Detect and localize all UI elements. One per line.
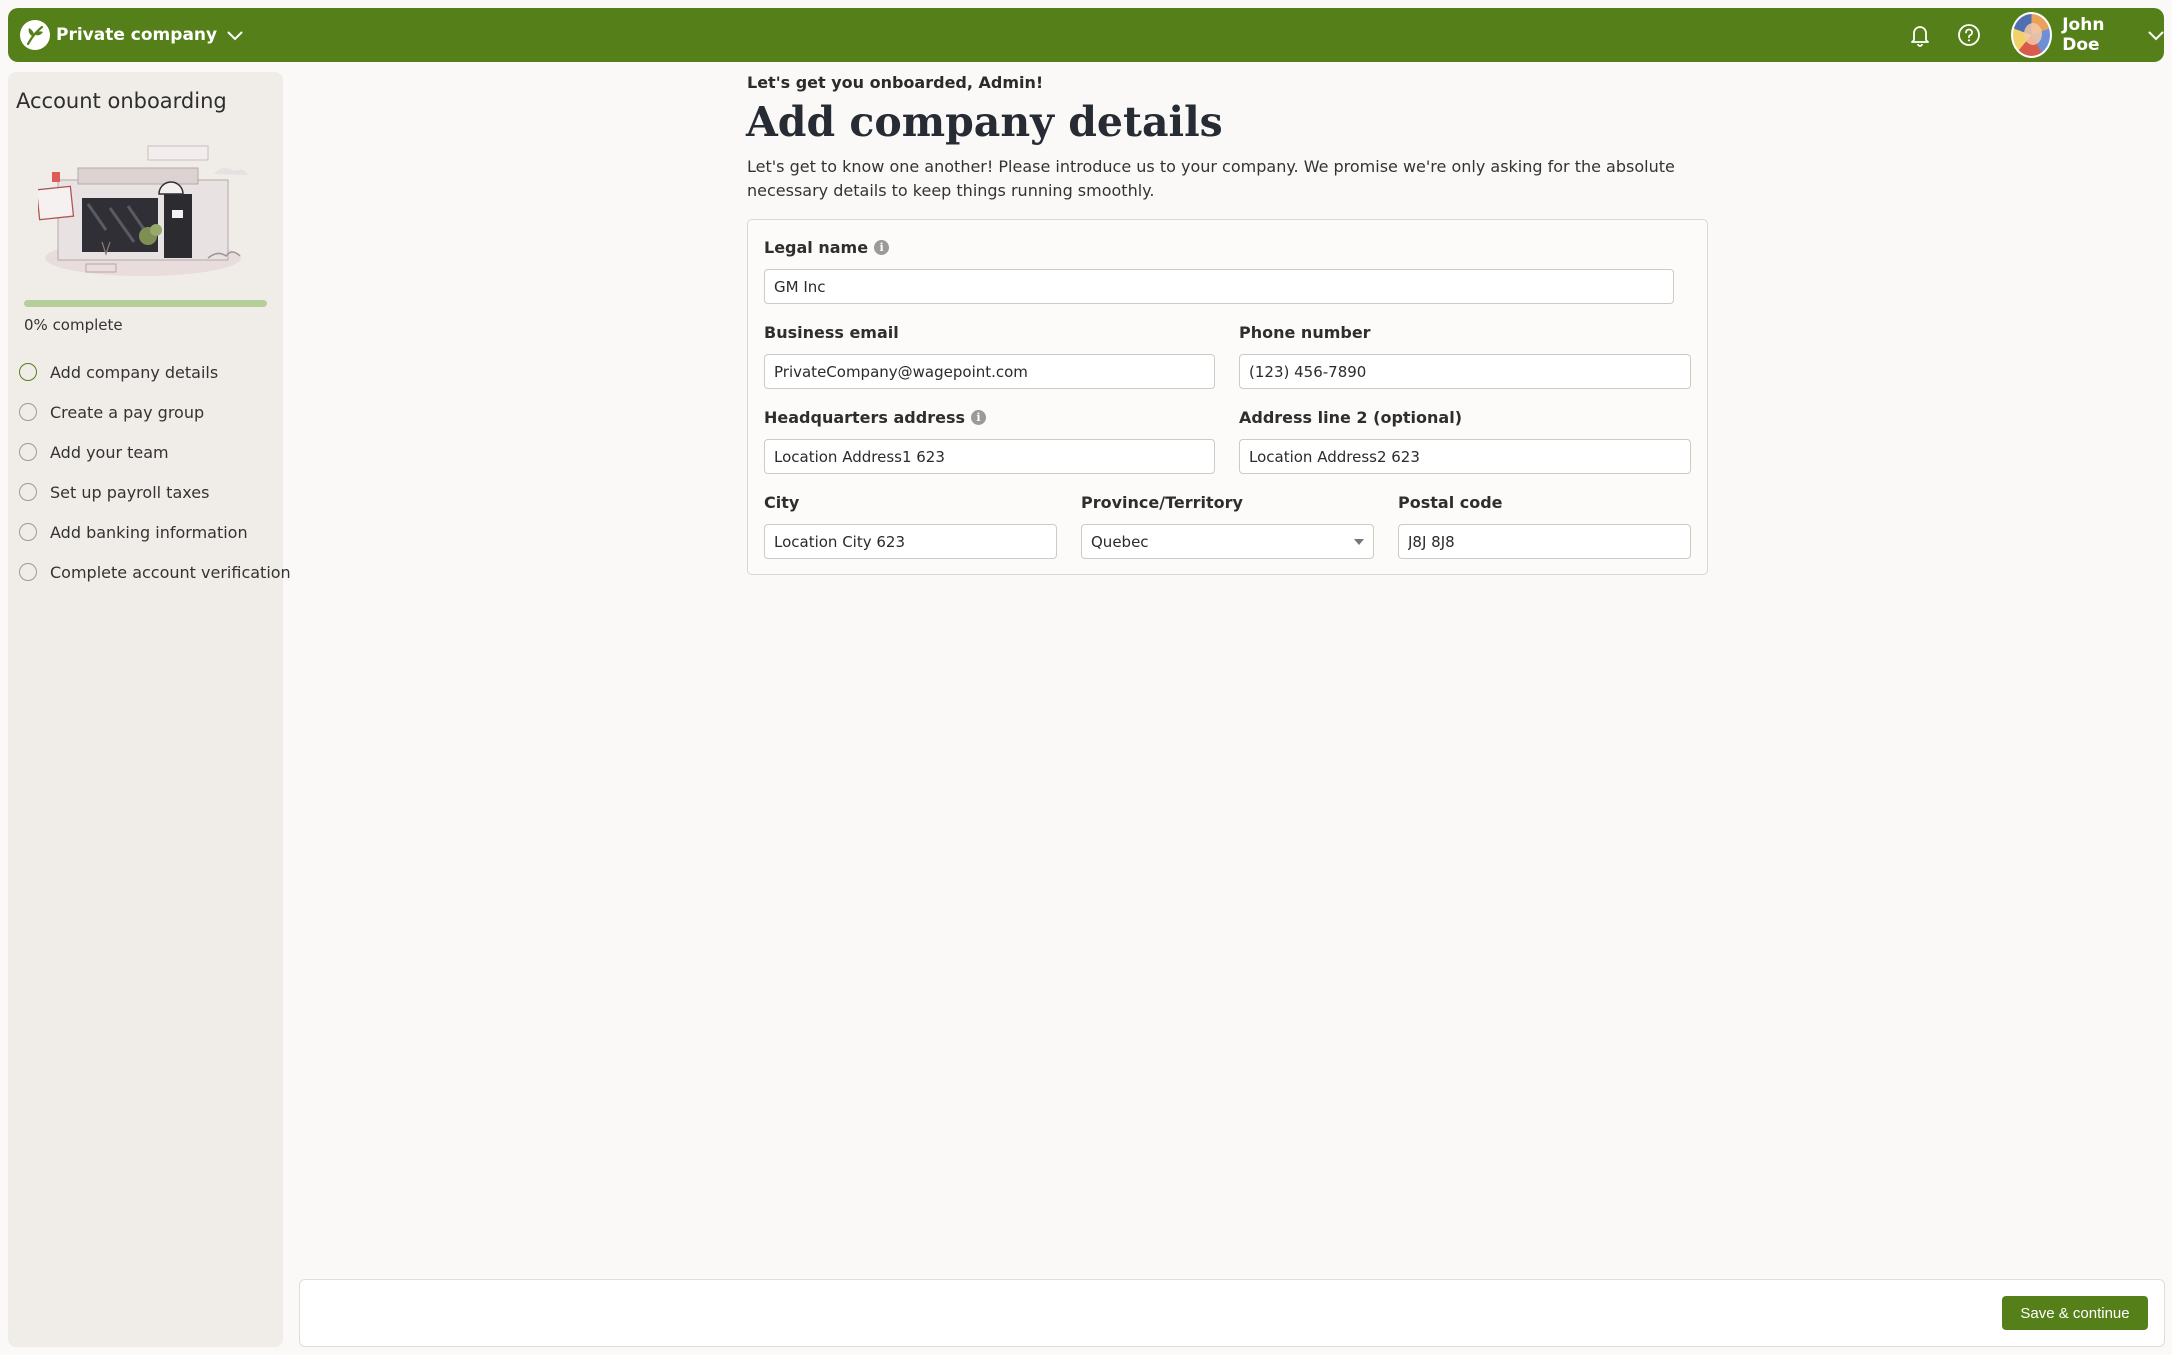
avatar [2011, 12, 2053, 58]
province-selected-value: Quebec [1091, 532, 1149, 551]
step-label: Add banking information [50, 522, 248, 542]
postal-code-label: Postal code [1398, 492, 1503, 512]
page-title: Add company details [746, 98, 1223, 146]
address-line2-label: Address line 2 (optional) [1239, 407, 1462, 427]
progress-bar [24, 300, 267, 307]
bell-icon[interactable] [1906, 21, 1934, 49]
user-menu[interactable]: John Doe [2011, 12, 2164, 58]
legal-name-field: Legal name i [764, 236, 1674, 304]
step-status-icon [19, 363, 37, 381]
step-set-up-payroll-taxes[interactable]: Set up payroll taxes [19, 472, 291, 512]
city-label: City [764, 492, 800, 512]
step-status-icon [19, 443, 37, 461]
onboarding-greeting: Let's get you onboarded, Admin! [747, 73, 1044, 92]
province-field: Province/Territory Quebec [1081, 491, 1374, 559]
help-icon[interactable] [1955, 21, 1983, 49]
onboarding-steps: Add company details Create a pay group A… [19, 352, 291, 592]
phone-number-field: Phone number [1239, 321, 1691, 389]
step-complete-account-verification[interactable]: Complete account verification [19, 552, 291, 592]
step-add-banking-information[interactable]: Add banking information [19, 512, 291, 552]
step-label: Add company details [50, 362, 219, 382]
address-line2-field: Address line 2 (optional) [1239, 406, 1691, 474]
step-label: Create a pay group [50, 402, 205, 422]
user-name: John Doe [2062, 15, 2105, 55]
sidebar-title: Account onboarding [16, 89, 227, 113]
legal-name-label-text: Legal name [764, 237, 869, 257]
legal-name-label: Legal name i [764, 236, 1674, 258]
step-status-icon [19, 523, 37, 541]
hq-address-label: Headquarters address i [764, 406, 1215, 428]
onboarding-sidebar: Account onboarding 0% complete Add compa… [8, 72, 291, 1347]
save-continue-button[interactable]: Save & continue [2002, 1296, 2148, 1330]
info-icon[interactable]: i [874, 239, 890, 255]
business-email-label: Business email [764, 322, 899, 342]
postal-code-input[interactable] [1398, 524, 1691, 559]
company-name: Private company [56, 25, 218, 45]
business-email-field: Business email [764, 321, 1215, 389]
info-icon[interactable]: i [971, 409, 986, 425]
business-email-input[interactable] [764, 354, 1215, 389]
step-status-icon [19, 483, 37, 501]
step-label: Set up payroll taxes [50, 482, 210, 502]
step-label: Add your team [50, 442, 169, 462]
hq-address-input[interactable] [764, 439, 1215, 474]
step-status-icon [19, 403, 37, 421]
hq-address-field: Headquarters address i [764, 406, 1215, 474]
company-switcher[interactable]: Private company [56, 8, 243, 62]
phone-number-label: Phone number [1239, 322, 1371, 342]
caret-down-icon [1354, 538, 1364, 545]
progress-label: 0% complete [24, 316, 123, 334]
step-status-icon [19, 563, 37, 581]
storefront-illustration [35, 138, 278, 282]
step-label: Complete account verification [50, 562, 291, 582]
province-select[interactable]: Quebec [1081, 524, 1374, 559]
step-create-pay-group[interactable]: Create a pay group [19, 392, 291, 432]
postal-code-field: Postal code [1398, 491, 1691, 559]
company-details-form: Legal name i Business email Phone number… [747, 219, 1708, 575]
city-input[interactable] [764, 524, 1057, 559]
step-add-your-team[interactable]: Add your team [19, 432, 291, 472]
page-intro: Let's get to know one another! Please in… [747, 157, 1675, 200]
step-add-company-details[interactable]: Add company details [19, 352, 291, 392]
address-line2-input[interactable] [1239, 439, 1691, 474]
brand-logo-icon[interactable] [20, 20, 50, 50]
city-field: City [764, 491, 1057, 559]
chevron-down-icon [2148, 26, 2164, 45]
hq-address-label-text: Headquarters address [764, 407, 965, 427]
legal-name-input[interactable] [764, 269, 1674, 304]
top-bar: Private company John Doe [8, 8, 2164, 62]
province-label: Province/Territory [1081, 492, 1243, 512]
chevron-down-icon [227, 26, 243, 45]
footer-action-bar: Save & continue [299, 1279, 2165, 1347]
phone-number-input[interactable] [1239, 354, 1691, 389]
